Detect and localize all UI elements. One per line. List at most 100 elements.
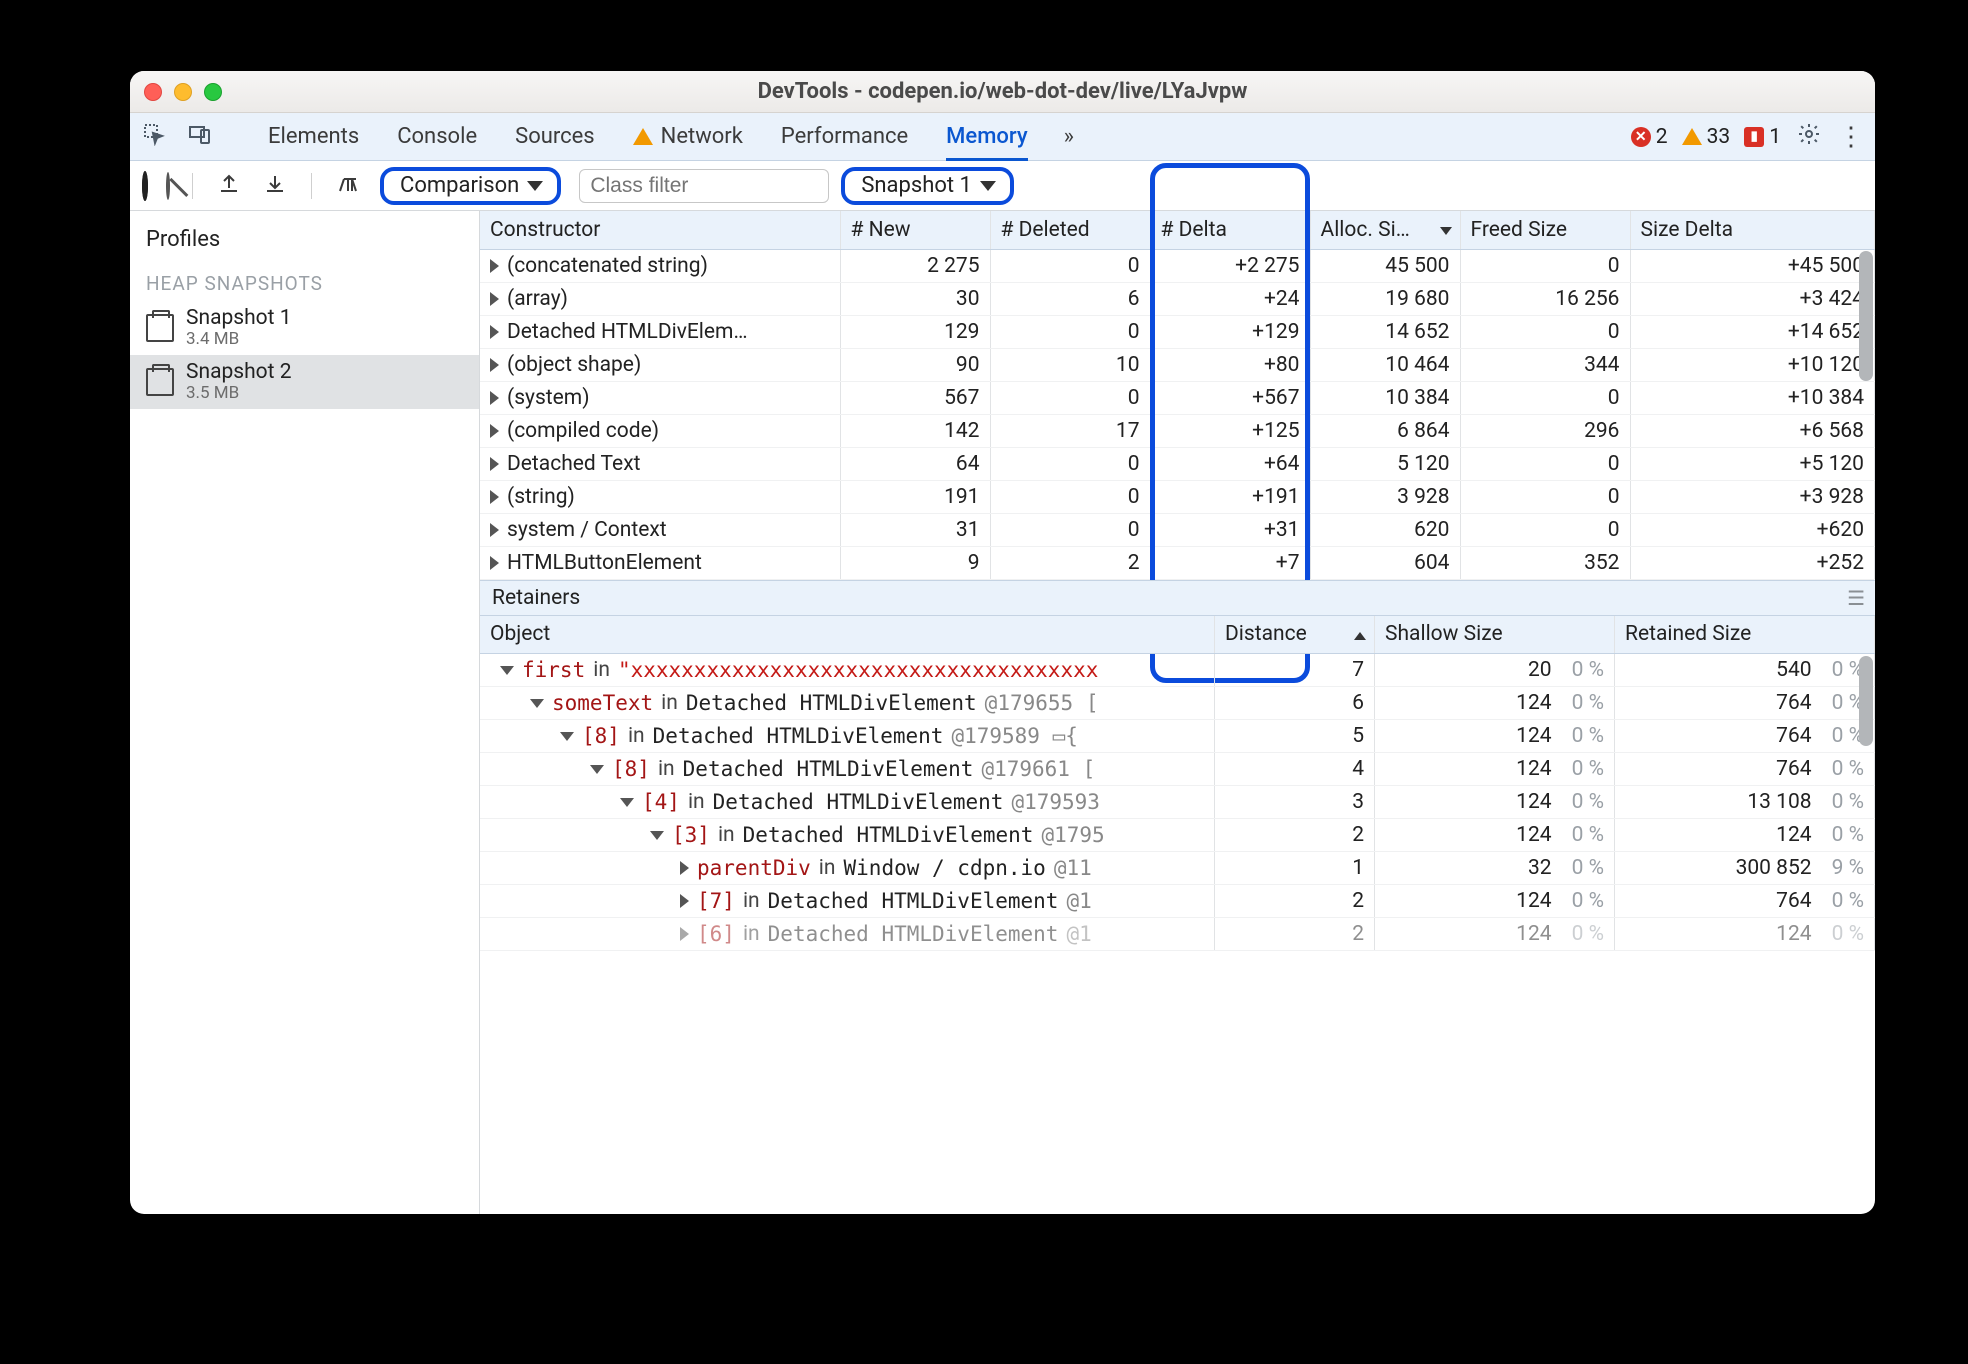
alloc-size: 3 928: [1310, 480, 1460, 513]
chevron-down-icon: [980, 181, 996, 191]
column-header[interactable]: Freed Size: [1460, 211, 1630, 249]
tab-elements[interactable]: Elements: [268, 124, 359, 149]
view-mode-select[interactable]: Comparison: [380, 167, 561, 205]
inspect-icon[interactable]: [140, 122, 168, 152]
retainers-title: Retainers: [492, 586, 580, 610]
collapse-icon[interactable]: [650, 831, 664, 840]
retainer-row[interactable]: [3] in Detached HTMLDivElement @1795 2 1…: [480, 819, 1875, 852]
table-row[interactable]: (concatenated string) 2 275 0 +2 275 45 …: [480, 249, 1875, 282]
expand-icon[interactable]: [490, 391, 499, 405]
deleted-count: 0: [990, 381, 1150, 414]
shallow-size: 1240 %: [1375, 819, 1615, 852]
retainer-row[interactable]: [4] in Detached HTMLDivElement @179593 3…: [480, 786, 1875, 819]
retainer-row[interactable]: [8] in Detached HTMLDivElement @179589 ▭…: [480, 720, 1875, 753]
retainer-row[interactable]: [8] in Detached HTMLDivElement @179661 […: [480, 753, 1875, 786]
retainer-row[interactable]: first in "xxxxxxxxxxxxxxxxxxxxxxxxxxxxxx…: [480, 654, 1875, 687]
snapshot-item[interactable]: Snapshot 2 3.5 MB: [130, 355, 479, 409]
retainer-row[interactable]: parentDiv in Window / cdpn.io @11 1 320 …: [480, 852, 1875, 885]
expand-icon[interactable]: [490, 523, 499, 537]
distance-value: 1: [1215, 852, 1375, 885]
kebab-menu-icon[interactable]: ⋮: [1837, 122, 1865, 152]
retainer-address: @1: [1066, 889, 1091, 913]
retainers-menu-icon[interactable]: ☰: [1847, 586, 1865, 610]
freed-size: 0: [1460, 315, 1630, 348]
column-header[interactable]: Object: [480, 616, 1215, 654]
tab-sources[interactable]: Sources: [515, 124, 595, 149]
column-header[interactable]: # Deleted: [990, 211, 1150, 249]
collapse-icon[interactable]: [620, 798, 634, 807]
record-icon[interactable]: [142, 174, 148, 198]
expand-icon[interactable]: [490, 457, 499, 471]
size-delta: +10 384: [1630, 381, 1875, 414]
table-row[interactable]: Detached HTMLDivElem… 129 0 +129 14 652 …: [480, 315, 1875, 348]
load-profile-icon[interactable]: [215, 171, 243, 201]
titlebar: DevTools - codepen.io/web-dot-dev/live/L…: [130, 71, 1875, 113]
expand-icon[interactable]: [490, 358, 499, 372]
expand-icon[interactable]: [490, 556, 499, 570]
memory-toolbar: Comparison Snapshot 1: [130, 161, 1875, 211]
table-row[interactable]: Detached Text 64 0 +64 5 120 0 +5 120: [480, 447, 1875, 480]
retainer-row[interactable]: someText in Detached HTMLDivElement @179…: [480, 687, 1875, 720]
device-icon[interactable]: [186, 122, 214, 152]
collapse-icon[interactable]: [500, 666, 514, 675]
expand-icon[interactable]: [490, 490, 499, 504]
retainer-row[interactable]: [6] in Detached HTMLDivElement @1 2 1240…: [480, 918, 1875, 951]
more-tabs-icon[interactable]: »: [1064, 124, 1074, 149]
new-count: 9: [840, 546, 990, 579]
retainer-key: [8]: [582, 724, 620, 748]
collapse-icon[interactable]: [560, 732, 574, 741]
expand-icon[interactable]: [490, 259, 499, 273]
table-row[interactable]: (system) 567 0 +567 10 384 0 +10 384: [480, 381, 1875, 414]
column-header[interactable]: Constructor: [480, 211, 840, 249]
zoom-icon[interactable]: [204, 83, 222, 101]
settings-gear-icon[interactable]: [1795, 122, 1823, 152]
tab-network[interactable]: Network: [633, 124, 743, 149]
table-row[interactable]: (array) 30 6 +24 19 680 16 256 +3 424: [480, 282, 1875, 315]
retainer-row[interactable]: [7] in Detached HTMLDivElement @1 2 1240…: [480, 885, 1875, 918]
collapse-icon[interactable]: [590, 765, 604, 774]
tab-performance[interactable]: Performance: [781, 124, 908, 149]
freed-size: 0: [1460, 249, 1630, 282]
column-header[interactable]: Retained Size: [1615, 616, 1875, 654]
table-row[interactable]: HTMLButtonElement 9 2 +7 604 352 +252: [480, 546, 1875, 579]
column-header[interactable]: # Delta: [1150, 211, 1310, 249]
warning-counter[interactable]: 33: [1682, 125, 1731, 149]
constructor-name: (compiled code): [507, 419, 659, 443]
column-header[interactable]: Shallow Size: [1375, 616, 1615, 654]
retainers-scrollbar[interactable]: [1859, 656, 1873, 1026]
gc-icon[interactable]: [334, 171, 362, 201]
expand-icon[interactable]: [490, 325, 499, 339]
column-header[interactable]: # New: [840, 211, 990, 249]
expand-icon[interactable]: [680, 861, 689, 875]
table-row[interactable]: (string) 191 0 +191 3 928 0 +3 928: [480, 480, 1875, 513]
distance-value: 4: [1215, 753, 1375, 786]
table-row[interactable]: (object shape) 90 10 +80 10 464 344 +10 …: [480, 348, 1875, 381]
expand-icon[interactable]: [680, 927, 689, 941]
close-icon[interactable]: [144, 83, 162, 101]
issue-counter[interactable]: ▮ 1: [1744, 125, 1781, 149]
tab-memory[interactable]: Memory: [946, 124, 1027, 149]
deleted-count: 0: [990, 513, 1150, 546]
class-filter-input[interactable]: [579, 169, 829, 203]
constructor-name: (system): [507, 386, 590, 410]
column-header[interactable]: Size Delta: [1630, 211, 1875, 249]
tab-console[interactable]: Console: [397, 124, 477, 149]
column-header[interactable]: Distance: [1215, 616, 1375, 654]
deleted-count: 2: [990, 546, 1150, 579]
chevron-down-icon: [527, 181, 543, 191]
expand-icon[interactable]: [490, 424, 499, 438]
minimize-icon[interactable]: [174, 83, 192, 101]
base-snapshot-select[interactable]: Snapshot 1: [841, 167, 1014, 205]
expand-icon[interactable]: [680, 894, 689, 908]
retained-size: 1240 %: [1615, 918, 1875, 951]
table-row[interactable]: system / Context 31 0 +31 620 0 +620: [480, 513, 1875, 546]
collapse-icon[interactable]: [530, 699, 544, 708]
expand-icon[interactable]: [490, 292, 499, 306]
snapshot-item[interactable]: Snapshot 1 3.4 MB: [130, 301, 479, 355]
deleted-count: 0: [990, 315, 1150, 348]
error-counter[interactable]: ✕ 2: [1631, 125, 1668, 149]
clear-icon[interactable]: [166, 174, 170, 198]
column-header[interactable]: Alloc. Si…: [1310, 211, 1460, 249]
save-profile-icon[interactable]: [261, 171, 289, 201]
table-row[interactable]: (compiled code) 142 17 +125 6 864 296 +6…: [480, 414, 1875, 447]
